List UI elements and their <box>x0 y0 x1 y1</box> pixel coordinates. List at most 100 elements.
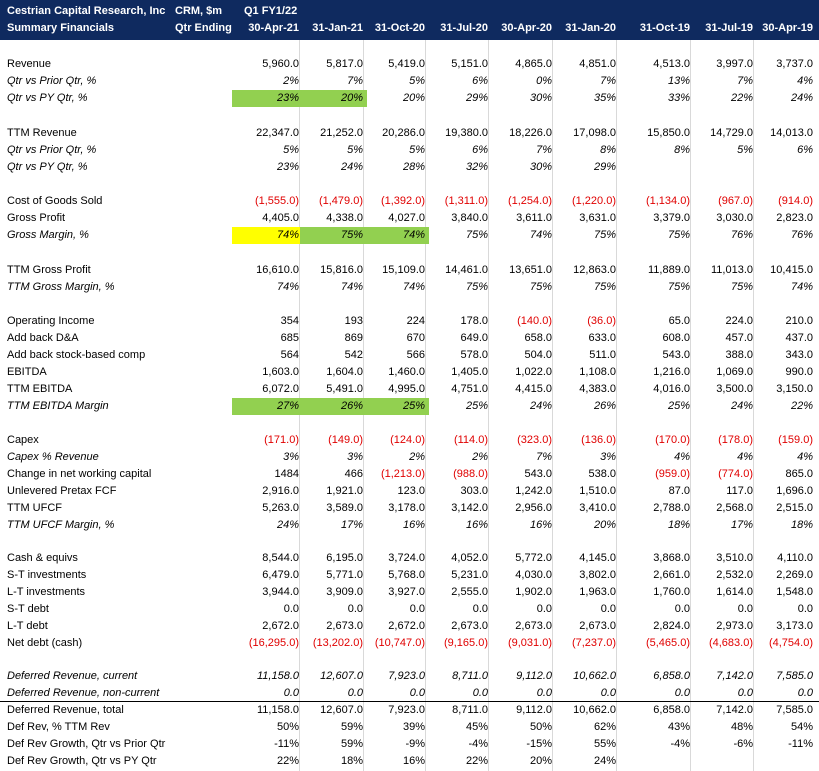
period-header: 31-Jul-19 <box>705 22 753 34</box>
table-cell: 28% <box>402 161 425 173</box>
table-cell: 29% <box>465 92 488 104</box>
table-cell: 1,510.0 <box>579 485 616 497</box>
table-cell: 20% <box>402 92 425 104</box>
row-label: Deferred Revenue, total <box>7 704 124 716</box>
table-cell: 75% <box>730 281 753 293</box>
period-header: 31-Jan-20 <box>565 22 616 34</box>
table-cell: 3,173.0 <box>776 620 813 632</box>
table-cell: 303.0 <box>460 485 488 497</box>
table-cell: 5,772.0 <box>515 552 552 564</box>
table-cell: 3,631.0 <box>579 212 616 224</box>
table-cell: 0.0 <box>536 603 552 615</box>
table-cell: 9,112.0 <box>516 704 552 716</box>
table-row: Gross Margin, % 74% 75% 74% 75% 74% 75% 75% 76% 7… <box>0 227 819 244</box>
table-cell: 0.0 <box>674 687 690 699</box>
table-cell: 55% <box>593 738 616 750</box>
table-row: Deferred Revenue, non-current 0.0 0.0 0.0 0.… <box>0 685 819 702</box>
table-cell: (114.0) <box>453 434 488 446</box>
table-cell: 17% <box>730 519 753 531</box>
table-cell: (159.0) <box>778 434 813 446</box>
period-header: 31-Oct-19 <box>639 22 690 34</box>
table-row: Qtr vs Prior Qtr, % 5% 5% 5% 6% 7% 8% 8% 5% 6% <box>0 142 819 159</box>
period-headers: 30-Apr-21 31-Jan-21 31-Oct-20 31-Jul-20 30-A… <box>0 20 819 37</box>
table-cell: (7,237.0) <box>571 637 616 649</box>
table-cell <box>691 159 757 176</box>
row-label: TTM EBITDA Margin <box>7 400 109 412</box>
table-cell: 6,479.0 <box>262 569 299 581</box>
table-cell: 5,231.0 <box>451 569 488 581</box>
table-cell: 22% <box>465 755 488 767</box>
table-cell: 20% <box>529 755 552 767</box>
table-cell: 2,661.0 <box>653 569 690 581</box>
table-cell: 27% <box>232 398 303 415</box>
row-label: Gross Margin, % <box>7 229 89 241</box>
table-cell: 3,724.0 <box>388 552 425 564</box>
table-row: TTM Gross Margin, % 74% 74% 74% 75% 75% 75% 75%… <box>0 279 819 296</box>
table-cell: 543.0 <box>524 468 552 480</box>
table-cell: 2,673.0 <box>579 620 616 632</box>
row-label: TTM EBITDA <box>7 383 73 395</box>
table-cell: 3,150.0 <box>776 383 813 395</box>
table-cell: 466 <box>344 468 363 480</box>
table-cell: 32% <box>465 161 488 173</box>
table-cell: 2,673.0 <box>451 620 488 632</box>
table-cell: -4% <box>670 738 690 750</box>
period-header: 31-Jan-21 <box>312 22 363 34</box>
table-cell: 1,242.0 <box>515 485 552 497</box>
period-header: 30-Apr-20 <box>501 22 552 34</box>
table-row: Add back stock-based comp 564 542 566 578.0 5… <box>0 347 819 364</box>
table-row: TTM Gross Profit 16,610.0 15,816.0 15,109.0… <box>0 262 819 279</box>
table-cell: 5% <box>283 144 299 156</box>
table-cell: 3% <box>347 451 363 463</box>
table-cell: 2,673.0 <box>515 620 552 632</box>
table-cell: 4% <box>797 75 813 87</box>
table-cell: 2,916.0 <box>262 485 299 497</box>
table-cell: 20% <box>300 90 367 107</box>
table-cell: 3,589.0 <box>326 502 363 514</box>
table-cell: 74% <box>529 229 552 241</box>
table-row: Capex (171.0) (149.0) (124.0) (114.0) (323.0)… <box>0 432 819 449</box>
table-cell: 16% <box>402 519 425 531</box>
row-label: Qtr vs PY Qtr, % <box>7 92 88 104</box>
row-label: Qtr vs Prior Qtr, % <box>7 75 97 87</box>
table-cell: (774.0) <box>718 468 753 480</box>
row-label: Qtr vs Prior Qtr, % <box>7 144 97 156</box>
table-cell: 4,513.0 <box>653 58 690 70</box>
table-row: L-T investments 3,944.0 3,909.0 3,927.0 2,55… <box>0 584 819 601</box>
table-cell: 10,415.0 <box>770 264 813 276</box>
table-cell: 7% <box>600 75 616 87</box>
row-label: Net debt (cash) <box>7 637 83 649</box>
table-cell: 869 <box>344 332 363 344</box>
table-cell: 16% <box>465 519 488 531</box>
table-cell: 0% <box>536 75 552 87</box>
table-cell: 4,751.0 <box>451 383 488 395</box>
table-cell: 0.0 <box>472 603 488 615</box>
row-label: Capex <box>7 434 39 446</box>
table-cell <box>754 753 817 770</box>
table-cell: 6% <box>472 75 488 87</box>
row-label: L-T investments <box>7 586 86 598</box>
table-cell: 17,098.0 <box>573 127 616 139</box>
table-cell: 7% <box>536 451 552 463</box>
table-cell: 4,027.0 <box>388 212 425 224</box>
table-cell: 1,108.0 <box>579 366 616 378</box>
table-cell: 633.0 <box>588 332 616 344</box>
table-cell: 0.0 <box>674 603 690 615</box>
table-cell: 22,347.0 <box>256 127 299 139</box>
table-cell: 5,817.0 <box>326 58 363 70</box>
table-cell: 75% <box>465 281 488 293</box>
table-cell: 12,607.0 <box>320 670 363 682</box>
table-row: TTM EBITDA Margin 27% 26% 25% 25% 24% 26% 25% 24… <box>0 398 819 415</box>
table-cell: 39% <box>402 721 425 733</box>
table-cell: 1,069.0 <box>716 366 753 378</box>
table-row: Net debt (cash) (16,295.0) (13,202.0) (10,7… <box>0 635 819 652</box>
table-cell: 457.0 <box>725 332 753 344</box>
table-cell: 2% <box>409 451 425 463</box>
table-cell: 5% <box>347 144 363 156</box>
row-label: Def Rev, % TTM Rev <box>7 721 110 733</box>
table-cell: 6% <box>472 144 488 156</box>
period-header: 30-Apr-21 <box>248 22 299 34</box>
table-cell: 8% <box>674 144 690 156</box>
table-row: S-T investments 6,479.0 5,771.0 5,768.0 5,23… <box>0 567 819 584</box>
table-cell: 24% <box>730 400 753 412</box>
